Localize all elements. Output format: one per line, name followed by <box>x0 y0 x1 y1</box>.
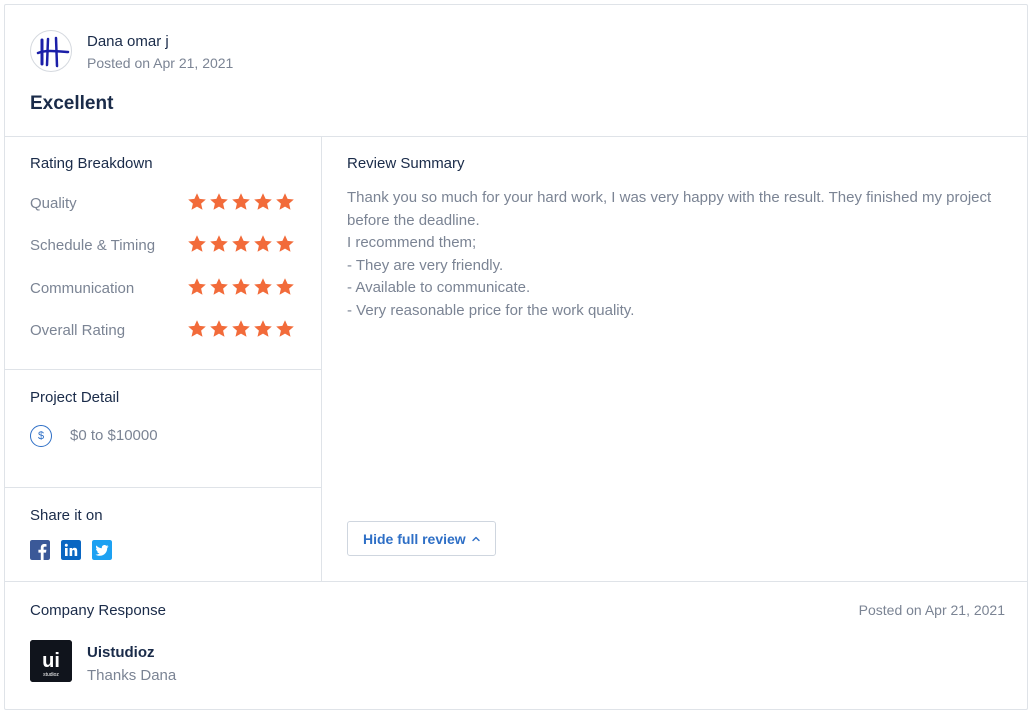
linkedin-icon[interactable] <box>61 540 81 560</box>
project-detail-heading: Project Detail <box>30 389 120 406</box>
star-icon <box>210 278 228 295</box>
star-icon <box>188 235 206 252</box>
company-name: Uistudioz <box>87 644 155 661</box>
star-icon <box>210 193 228 210</box>
company-response-date: Posted on Apr 21, 2021 <box>858 602 1005 618</box>
dollar-circle-icon: $ <box>30 425 52 447</box>
review-posted-date: Posted on Apr 21, 2021 <box>87 55 234 71</box>
star-rating <box>187 234 295 254</box>
review-header: Dana omar j Posted on Apr 21, 2021 Excel… <box>5 5 1027 137</box>
summary-line: - Very reasonable price for the work qua… <box>347 301 635 319</box>
reviewer-name: Dana omar j <box>87 33 169 50</box>
star-icon <box>232 235 250 252</box>
rating-row-overall: Overall Rating <box>30 319 295 343</box>
twitter-icon[interactable] <box>92 540 112 560</box>
company-logo-icon: ui studioz <box>30 640 72 682</box>
chevron-up-icon <box>472 536 480 542</box>
summary-line: Thank you so much for your hard work, I … <box>347 189 992 229</box>
company-logo-text: ui <box>42 650 60 672</box>
rating-row-communication: Communication <box>30 277 295 301</box>
rating-label: Communication <box>30 280 135 297</box>
star-rating <box>187 319 295 339</box>
star-icon <box>232 193 250 210</box>
star-icon <box>210 320 228 337</box>
star-icon <box>188 193 206 210</box>
share-section: Share it on <box>5 488 321 581</box>
star-rating <box>187 192 295 212</box>
rating-breakdown-heading: Rating Breakdown <box>30 155 153 172</box>
star-icon <box>254 235 272 252</box>
facebook-icon[interactable] <box>30 540 50 560</box>
reviewer-avatar <box>30 30 72 72</box>
star-icon <box>232 320 250 337</box>
summary-line: - Available to communicate. <box>347 279 531 296</box>
star-icon <box>232 278 250 295</box>
company-logo: ui studioz <box>30 640 72 682</box>
hide-full-review-button[interactable]: Hide full review <box>347 521 496 556</box>
company-response-heading: Company Response <box>30 602 166 619</box>
summary-line: - They are very friendly. <box>347 256 504 274</box>
review-card: Dana omar j Posted on Apr 21, 2021 Excel… <box>4 4 1028 710</box>
star-icon <box>254 193 272 210</box>
star-icon <box>276 278 294 295</box>
rating-label: Overall Rating <box>30 322 126 339</box>
star-icon <box>276 235 294 252</box>
star-icon <box>188 278 206 295</box>
company-logo-subtext: studioz <box>43 672 59 678</box>
star-icon <box>254 278 272 295</box>
review-sidebar: Rating Breakdown Quality Schedule & Timi… <box>5 137 322 581</box>
star-icon <box>210 235 228 252</box>
rating-row-quality: Quality <box>30 192 295 216</box>
star-icon <box>254 320 272 337</box>
star-icon <box>276 193 294 210</box>
company-response: Company Response Posted on Apr 21, 2021 … <box>5 581 1027 711</box>
star-icon <box>188 320 206 337</box>
hide-full-review-label: Hide full review <box>363 530 466 547</box>
star-icon <box>276 320 294 337</box>
project-budget: $0 to $10000 <box>70 427 158 444</box>
share-heading: Share it on <box>30 507 103 524</box>
review-title: Excellent <box>30 93 114 114</box>
review-summary: Review Summary Thank you so much for you… <box>322 137 1027 581</box>
rating-label: Quality <box>30 195 77 212</box>
rating-label: Schedule & Timing <box>30 237 156 254</box>
review-summary-body: Thank you so much for your hard work, I … <box>347 187 1007 322</box>
company-reply: Thanks Dana <box>87 667 177 684</box>
rating-breakdown: Rating Breakdown Quality Schedule & Timi… <box>5 137 321 370</box>
project-detail: Project Detail $ $0 to $10000 <box>5 370 321 488</box>
star-rating <box>187 277 295 297</box>
review-summary-heading: Review Summary <box>347 155 465 172</box>
summary-line: I recommend them; <box>347 234 477 251</box>
rating-row-schedule: Schedule & Timing <box>30 234 295 258</box>
reviewer-avatar-monogram-icon <box>36 36 70 68</box>
